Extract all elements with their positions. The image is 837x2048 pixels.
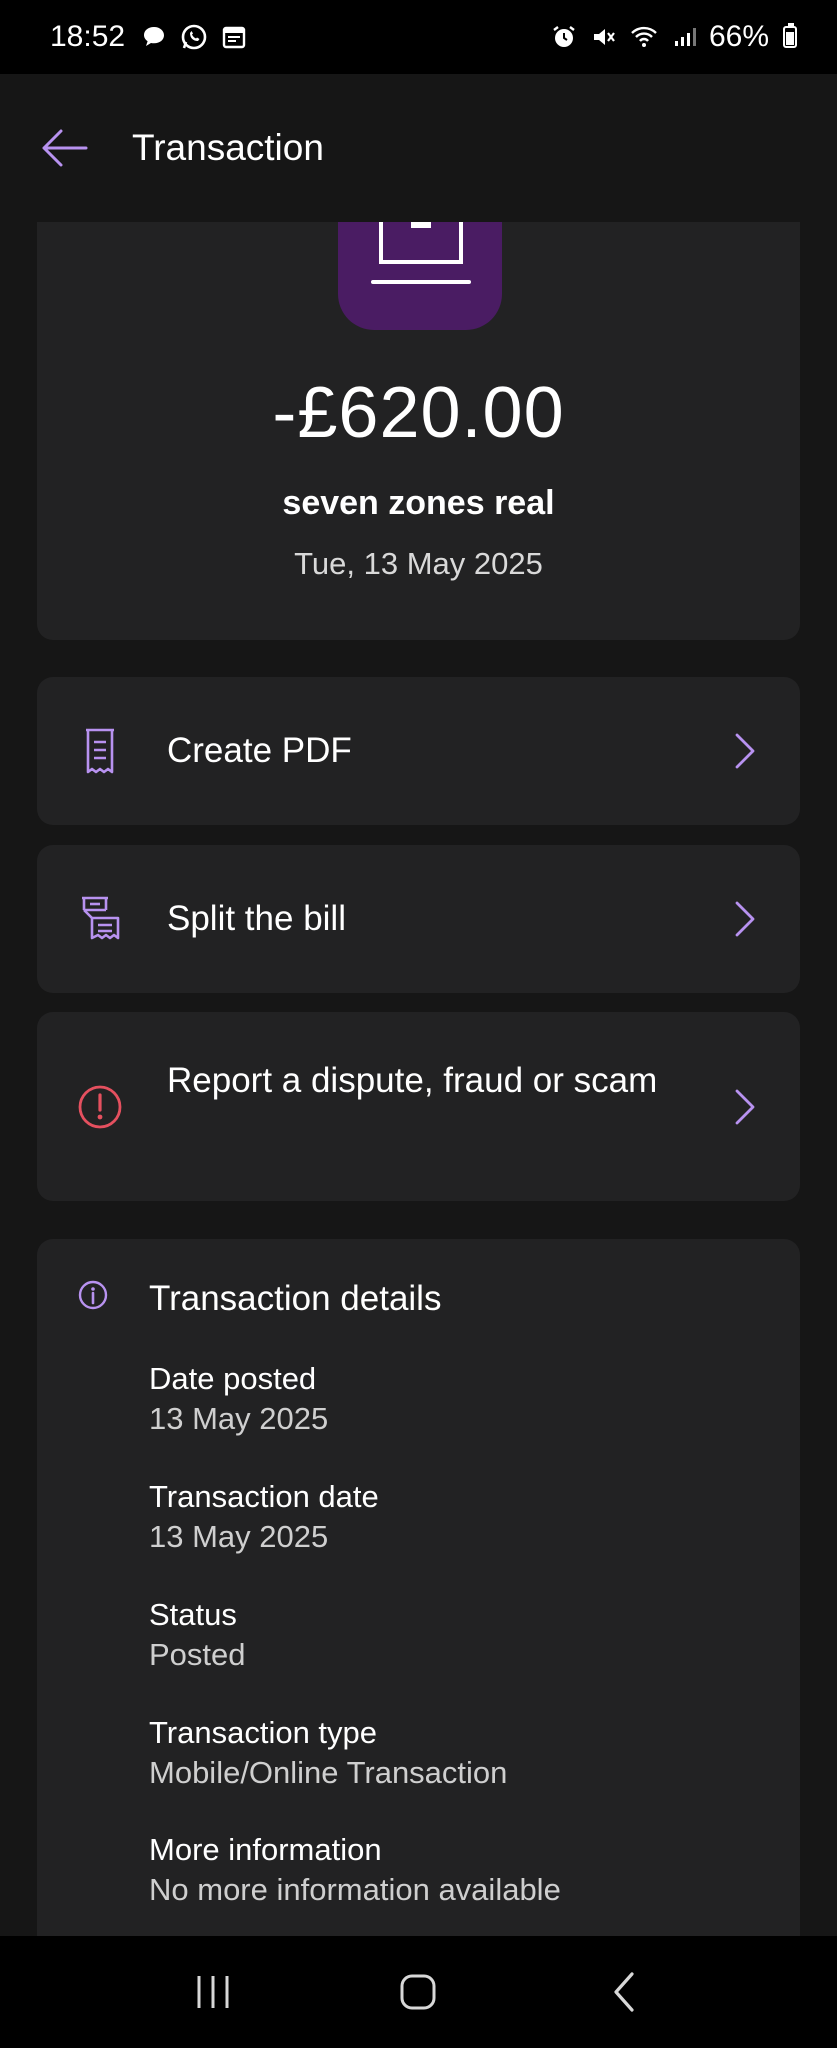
receipt-icon [75,726,125,776]
calendar-icon [219,22,249,52]
details-title: Transaction details [149,1279,442,1318]
report-dispute-button[interactable]: Report a dispute, fraud or scam [37,1012,800,1201]
split-receipt-icon [75,894,125,944]
detail-value: Posted [149,1637,246,1672]
split-bill-button[interactable]: Split the bill [37,845,800,993]
laptop-icon [371,222,471,297]
app-bar: Transaction [0,74,837,222]
merchant-name: seven zones real [282,484,555,522]
detail-transaction-type: Transaction type Mobile/Online Transacti… [149,1713,507,1793]
detail-label: Transaction date [149,1479,379,1514]
battery-percentage: 66% [708,20,769,53]
page-title: Transaction [132,127,324,168]
create-pdf-label: Create PDF [167,731,352,770]
wifi-icon [629,22,659,52]
home-icon[interactable] [388,1962,448,2022]
detail-label: Transaction type [149,1715,378,1750]
chat-icon [139,22,169,52]
mute-icon [589,22,619,52]
status-right: 66% [549,20,797,54]
chevron-right-icon [732,731,758,771]
signal-icon [669,22,699,52]
recent-apps-icon[interactable] [183,1962,243,2022]
status-time: 18:52 [50,20,126,53]
status-left: 18:52 [50,20,249,54]
detail-transaction-date: Transaction date 13 May 2025 [149,1477,379,1557]
alarm-icon [549,22,579,52]
system-navigation-bar [0,1936,837,2048]
detail-label: Status [149,1597,237,1632]
transaction-summary-card: -£620.00 seven zones real Tue, 13 May 20… [37,222,800,640]
detail-label: More information [149,1832,382,1867]
whatsapp-icon [179,22,209,52]
detail-more-information: More information No more information ava… [149,1830,561,1910]
report-dispute-label: Report a dispute, fraud or scam [167,1061,658,1100]
split-bill-label: Split the bill [167,899,346,938]
transaction-date: Tue, 13 May 2025 [294,546,543,581]
chevron-right-icon [732,1087,758,1127]
detail-date-posted: Date posted 13 May 2025 [149,1359,328,1439]
detail-value: No more information available [149,1872,561,1907]
status-bar: 18:52 66% [0,0,837,74]
chevron-right-icon [732,899,758,939]
detail-value: 13 May 2025 [149,1401,329,1436]
alert-circle-icon [75,1082,125,1132]
create-pdf-button[interactable]: Create PDF [37,677,800,825]
transaction-details-card: Transaction details Date posted 13 May 2… [37,1239,800,2048]
back-icon[interactable] [594,1962,654,2022]
arrow-left-icon[interactable] [38,122,90,174]
battery-icon [783,23,797,48]
detail-value: 13 May 2025 [149,1519,329,1554]
detail-label: Date posted [149,1361,317,1396]
transaction-amount: -£620.00 [272,373,565,453]
merchant-icon-tile [338,222,502,330]
detail-value: Mobile/Online Transaction [149,1755,508,1790]
detail-status: Status Posted [149,1595,246,1675]
info-icon [77,1279,109,1316]
